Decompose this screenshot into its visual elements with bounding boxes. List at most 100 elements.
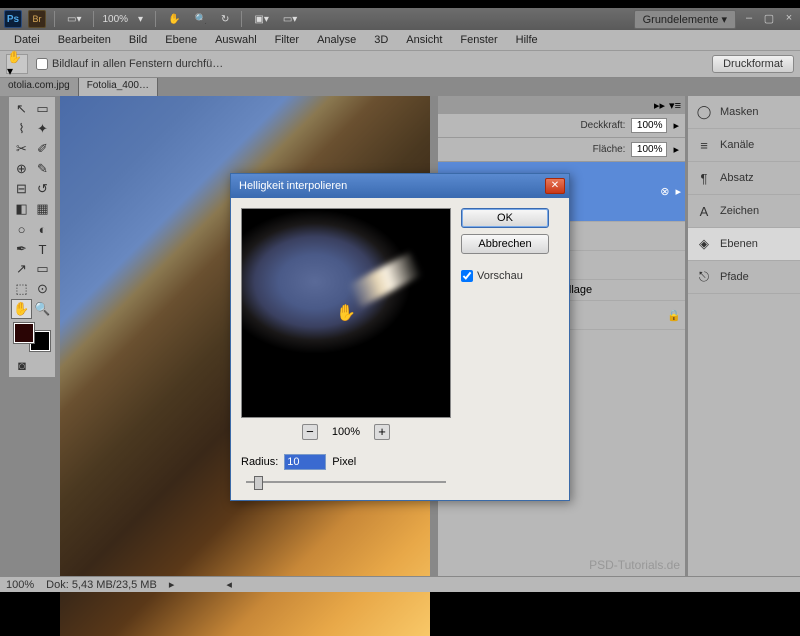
preview-checkbox[interactable]: Vorschau xyxy=(461,270,549,282)
crop-tool[interactable]: ✂ xyxy=(11,139,32,159)
menu-filter[interactable]: Filter xyxy=(267,32,307,48)
panel-menu-icon[interactable]: ▸▸ xyxy=(654,99,665,112)
rotate-tool-icon[interactable]: ↻ xyxy=(217,12,233,27)
menu-datei[interactable]: Datei xyxy=(6,32,48,48)
preview-area[interactable]: ✋ xyxy=(241,208,451,418)
paragraph-icon: ¶ xyxy=(696,170,712,186)
menu-bild[interactable]: Bild xyxy=(121,32,155,48)
close-icon[interactable]: × xyxy=(782,12,796,26)
menu-3d[interactable]: 3D xyxy=(366,32,396,48)
path-tool[interactable]: ↗ xyxy=(11,259,32,279)
hand-cursor-icon: ✋ xyxy=(336,303,356,323)
tab-kanaele[interactable]: ≡Kanäle xyxy=(688,129,800,162)
hand-tool[interactable]: ✋ xyxy=(11,299,32,319)
radius-label: Radius: xyxy=(241,456,278,468)
blur-tool[interactable]: ○ xyxy=(11,219,32,239)
wand-tool[interactable]: ✦ xyxy=(32,119,53,139)
tab-pfade[interactable]: ⎋Pfade xyxy=(688,261,800,294)
tab-ebenen[interactable]: ◈Ebenen xyxy=(688,228,800,261)
screen-dropdown[interactable]: ▭▾ xyxy=(279,12,301,27)
paths-icon: ⎋ xyxy=(696,269,712,285)
maximize-icon[interactable]: ▢ xyxy=(762,12,776,26)
menu-ansicht[interactable]: Ansicht xyxy=(398,32,450,48)
workspace-dropdown[interactable]: Grundelemente ▾ xyxy=(634,10,736,29)
titlebar: Ps Br ▭▾ 100% ▾ ✋ 🔍 ↻ ▣▾ ▭▾ Grundelement… xyxy=(0,8,800,30)
3d-camera-tool[interactable]: ⊙ xyxy=(32,279,53,299)
workarea: otolia.com.jpg Fotolia_400… ↖▭ ⌇✦ ✂✐ ⊕✎ … xyxy=(0,78,800,592)
document-tabs: otolia.com.jpg Fotolia_400… xyxy=(0,78,800,96)
move-tool[interactable]: ↖ xyxy=(11,99,32,119)
menu-fenster[interactable]: Fenster xyxy=(452,32,505,48)
dialog-close-icon[interactable]: ✕ xyxy=(545,178,565,194)
gradient-tool[interactable]: ▦ xyxy=(32,199,53,219)
stamp-tool[interactable]: ⊟ xyxy=(11,179,32,199)
fill-value[interactable]: 100% xyxy=(631,142,667,157)
lasso-tool[interactable]: ⌇ xyxy=(11,119,32,139)
toolbox: ↖▭ ⌇✦ ✂✐ ⊕✎ ⊟↺ ◧▦ ○◐ ✒T ↗▭ ⬚⊙ ✋🔍 ◙ xyxy=(8,96,56,378)
shape-tool[interactable]: ▭ xyxy=(32,259,53,279)
dialog-title: Helligkeit interpolieren xyxy=(235,180,545,192)
interpolate-brightness-dialog: Helligkeit interpolieren ✕ ✋ − 100% + Ra… xyxy=(230,173,570,501)
color-swatches[interactable] xyxy=(14,323,50,351)
panel-tabs: ◯Masken ≡Kanäle ¶Absatz AZeichen ◈Ebenen… xyxy=(687,96,800,576)
zoom-in-button[interactable]: + xyxy=(374,424,390,440)
quickmask-toggle[interactable]: ◙ xyxy=(11,355,33,375)
opacity-label: Deckkraft: xyxy=(580,120,625,131)
tab-zeichen[interactable]: AZeichen xyxy=(688,195,800,228)
mask-icon: ◯ xyxy=(696,104,712,120)
status-zoom[interactable]: 100% xyxy=(6,579,34,591)
arrange-dropdown[interactable]: ▣▾ xyxy=(250,12,272,27)
channels-icon: ≡ xyxy=(696,137,712,153)
history-brush-tool[interactable]: ↺ xyxy=(32,179,53,199)
statusbar: 100% Dok: 5,43 MB/23,5 MB▸ ◂ xyxy=(0,576,800,592)
layers-icon: ◈ xyxy=(696,236,712,252)
type-tool[interactable]: T xyxy=(32,239,53,259)
eraser-tool[interactable]: ◧ xyxy=(11,199,32,219)
menu-auswahl[interactable]: Auswahl xyxy=(207,32,265,48)
options-bar: ✋▾ Bildlauf in allen Fenstern durchfü… D… xyxy=(0,50,800,78)
hand-tool-icon[interactable]: ✋ xyxy=(164,12,184,27)
minimize-icon[interactable]: – xyxy=(742,12,756,26)
current-tool-icon[interactable]: ✋▾ xyxy=(6,54,28,74)
zoom-out-button[interactable]: − xyxy=(302,424,318,440)
pen-tool[interactable]: ✒ xyxy=(11,239,32,259)
eyedropper-tool[interactable]: ✐ xyxy=(32,139,53,159)
zoom-tool-icon[interactable]: 🔍 xyxy=(191,12,211,27)
dialog-titlebar[interactable]: Helligkeit interpolieren ✕ xyxy=(231,174,569,198)
3d-tool[interactable]: ⬚ xyxy=(11,279,32,299)
tab-absatz[interactable]: ¶Absatz xyxy=(688,162,800,195)
link-icon[interactable]: ⊗ xyxy=(660,185,669,198)
preview-zoom: 100% xyxy=(332,426,360,438)
zoom-display[interactable]: 100% xyxy=(102,14,128,25)
ok-button[interactable]: OK xyxy=(461,208,549,228)
zoom-tool[interactable]: 🔍 xyxy=(32,299,53,319)
dodge-tool[interactable]: ◐ xyxy=(32,219,53,239)
menu-analyse[interactable]: Analyse xyxy=(309,32,364,48)
print-format-button[interactable]: Druckformat xyxy=(712,55,794,73)
menu-bearbeiten[interactable]: Bearbeiten xyxy=(50,32,119,48)
menu-hilfe[interactable]: Hilfe xyxy=(508,32,546,48)
menu-ebene[interactable]: Ebene xyxy=(157,32,205,48)
radius-input[interactable] xyxy=(284,454,326,470)
lock-icon: 🔒 xyxy=(667,309,681,322)
heal-tool[interactable]: ⊕ xyxy=(11,159,32,179)
view-dropdown[interactable]: ▭▾ xyxy=(63,12,85,27)
doc-tab-1[interactable]: Fotolia_400… xyxy=(79,78,158,96)
cancel-button[interactable]: Abbrechen xyxy=(461,234,549,254)
doc-tab-0[interactable]: otolia.com.jpg xyxy=(0,78,79,96)
radius-slider[interactable] xyxy=(246,474,446,490)
tab-masken[interactable]: ◯Masken xyxy=(688,96,800,129)
panel-options-icon[interactable]: ▾≡ xyxy=(669,99,681,112)
brush-tool[interactable]: ✎ xyxy=(32,159,53,179)
app-window: Ps Br ▭▾ 100% ▾ ✋ 🔍 ↻ ▣▾ ▭▾ Grundelement… xyxy=(0,8,800,592)
character-icon: A xyxy=(696,203,712,219)
menubar: Datei Bearbeiten Bild Ebene Auswahl Filt… xyxy=(0,30,800,50)
bridge-logo-icon[interactable]: Br xyxy=(28,10,46,28)
scroll-all-checkbox[interactable]: Bildlauf in allen Fenstern durchfü… xyxy=(36,58,223,70)
status-doc: Dok: 5,43 MB/23,5 MB xyxy=(46,579,157,591)
opacity-value[interactable]: 100% xyxy=(631,118,667,133)
watermark: PSD-Tutorials.de xyxy=(589,558,680,572)
marquee-tool[interactable]: ▭ xyxy=(32,99,53,119)
radius-unit: Pixel xyxy=(332,456,356,468)
ps-logo-icon[interactable]: Ps xyxy=(4,10,22,28)
